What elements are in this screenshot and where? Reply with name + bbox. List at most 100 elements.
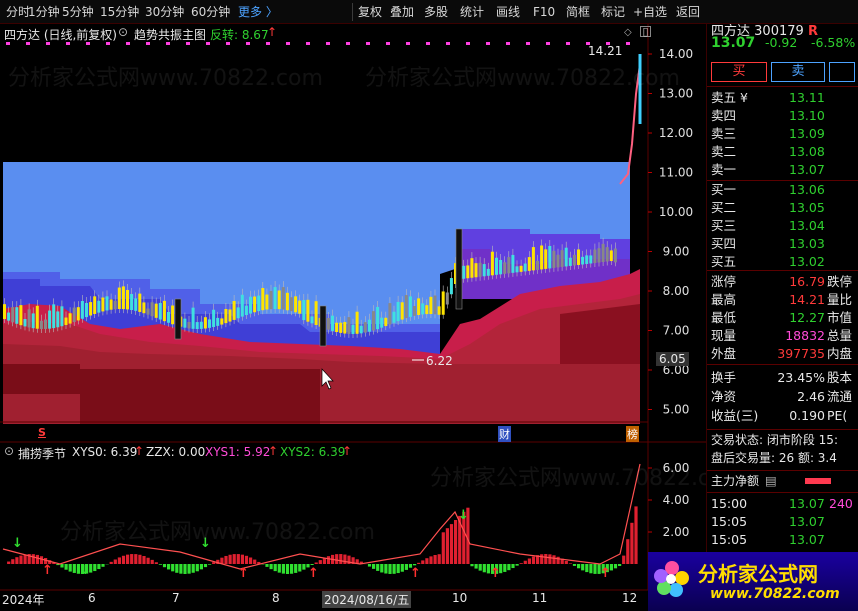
candle-body bbox=[462, 265, 466, 279]
main-net-label[interactable]: 主力净额 bbox=[711, 473, 759, 489]
simple-frame-button[interactable]: 简框 bbox=[566, 3, 590, 21]
candle-body bbox=[113, 300, 117, 310]
period-15min[interactable]: 15分钟 bbox=[100, 3, 139, 21]
candle-body bbox=[511, 254, 515, 273]
candle-body bbox=[527, 257, 531, 271]
back-button[interactable]: 返回 bbox=[676, 3, 700, 21]
period-1min[interactable]: 1分钟 bbox=[28, 3, 60, 21]
candle-body bbox=[249, 296, 252, 314]
sub-bar bbox=[474, 564, 478, 569]
candle-body bbox=[89, 302, 93, 316]
period-5min[interactable]: 5分钟 bbox=[62, 3, 94, 21]
main-net-icon[interactable]: ▤ bbox=[765, 473, 777, 489]
candle-body bbox=[158, 302, 162, 320]
xys1-arrow: ↑ bbox=[268, 444, 279, 458]
indicator-name[interactable]: 趋势共振主图 bbox=[134, 26, 206, 43]
buy-button[interactable]: 买 bbox=[711, 62, 767, 82]
candle-body bbox=[306, 299, 310, 322]
watermark: 分析家公式网www.70822.com bbox=[8, 66, 323, 91]
stat-value: 18832 bbox=[785, 328, 825, 343]
candle-body bbox=[585, 255, 589, 264]
y-tick-label: 7.00 bbox=[663, 324, 690, 338]
candle-body bbox=[261, 288, 265, 311]
candle-body bbox=[544, 249, 548, 269]
stat-value: 16.79 bbox=[789, 274, 825, 289]
stat-extra-label: 跌停 bbox=[827, 274, 853, 289]
candle-body bbox=[76, 307, 80, 321]
sell-button[interactable]: 卖 bbox=[771, 62, 825, 82]
draw-line-button[interactable]: 画线 bbox=[496, 3, 520, 21]
sub-bar bbox=[138, 554, 142, 564]
candle-body bbox=[236, 307, 240, 319]
x-cursor-date: 2024/08/16/五 bbox=[322, 591, 412, 608]
period-fenshi[interactable]: 分时 bbox=[6, 3, 30, 21]
candle-body bbox=[376, 306, 380, 330]
add-watchlist-button[interactable]: +自选 bbox=[633, 3, 667, 21]
sub-bar bbox=[253, 559, 257, 564]
order-level-price: 13.09 bbox=[789, 126, 825, 141]
fuquan-button[interactable]: 复权 bbox=[358, 3, 382, 21]
candle-body bbox=[470, 258, 474, 278]
candle-body bbox=[68, 313, 72, 324]
marker-s[interactable]: S bbox=[38, 426, 46, 439]
sub-bar bbox=[392, 564, 396, 574]
candle-body bbox=[290, 297, 293, 312]
candle-body bbox=[39, 320, 43, 329]
sub-bar bbox=[11, 559, 15, 564]
order-level-label: 卖一 bbox=[711, 162, 737, 177]
subchart-dropdown-icon[interactable]: ⊙ bbox=[4, 444, 14, 458]
sub-bar bbox=[548, 554, 552, 564]
sub-bar bbox=[421, 560, 425, 564]
low-price-label: 6.22 bbox=[426, 354, 453, 368]
stat-label: 收益(三) bbox=[711, 408, 759, 423]
stat-extra-label: 总量 bbox=[827, 328, 853, 343]
sub-bar bbox=[314, 562, 318, 564]
candle-body bbox=[121, 286, 125, 310]
sub-bar bbox=[384, 564, 388, 574]
signal-arrow-mark: ↑ bbox=[600, 566, 611, 581]
diamond-icon[interactable]: ◇ bbox=[624, 27, 632, 38]
panel-toggle-icon[interactable]: ▯ bbox=[640, 26, 651, 37]
sub-y-tick-label: 2.00 bbox=[663, 525, 690, 539]
sub-bar bbox=[23, 554, 27, 564]
period-60min[interactable]: 60分钟 bbox=[191, 3, 230, 21]
f10-button[interactable]: F10 bbox=[533, 3, 555, 21]
subchart-name[interactable]: 捕捞季节 bbox=[18, 445, 66, 462]
x-label: 2024年 bbox=[2, 593, 45, 607]
tick-time: 15:00 bbox=[711, 496, 748, 511]
sub-bar bbox=[388, 564, 392, 574]
candle-body bbox=[174, 298, 182, 340]
candle-body bbox=[319, 305, 327, 347]
mark-button[interactable]: 标记 bbox=[601, 3, 625, 21]
candle-body bbox=[396, 301, 400, 322]
y-tick-label: 9.00 bbox=[663, 245, 690, 259]
sub-bar bbox=[240, 554, 244, 564]
multi-stock-button[interactable]: 多股 bbox=[424, 3, 448, 21]
chart-area[interactable]: 14.00 13.00 12.00 11.00 10.00 9.00 8.00 7.00 6.0… bbox=[0, 24, 745, 611]
candle-body bbox=[224, 308, 228, 324]
overlay-button[interactable]: 叠加 bbox=[390, 3, 414, 21]
candle-body bbox=[167, 311, 170, 323]
candle-body bbox=[27, 309, 31, 328]
candle-body bbox=[474, 263, 478, 278]
stats-button[interactable]: 统计 bbox=[460, 3, 484, 21]
sub-bar bbox=[404, 564, 408, 570]
marker-finance[interactable]: 财 bbox=[498, 426, 511, 442]
candle-body bbox=[363, 322, 367, 333]
stat-extra-label: 量比 bbox=[827, 292, 853, 307]
period-30min[interactable]: 30分钟 bbox=[145, 3, 184, 21]
stat-label: 现量 bbox=[711, 328, 737, 343]
xys2-arrow: ↑ bbox=[342, 444, 353, 458]
sub-bar bbox=[199, 564, 203, 570]
period-more[interactable]: 更多 〉 bbox=[238, 3, 278, 21]
y-tick-label: 10.00 bbox=[659, 205, 693, 219]
candle-body bbox=[240, 294, 244, 317]
marker-board[interactable]: 榜 bbox=[626, 426, 639, 442]
indicator-dropdown-icon[interactable]: ⊙ bbox=[118, 25, 128, 39]
candle-body bbox=[536, 260, 539, 270]
candle-body bbox=[601, 243, 605, 263]
maroon-band-right bbox=[560, 304, 640, 364]
more-trade-button[interactable] bbox=[829, 62, 855, 82]
main-net-bar bbox=[805, 478, 831, 484]
order-level-label: 买三 bbox=[711, 218, 737, 233]
